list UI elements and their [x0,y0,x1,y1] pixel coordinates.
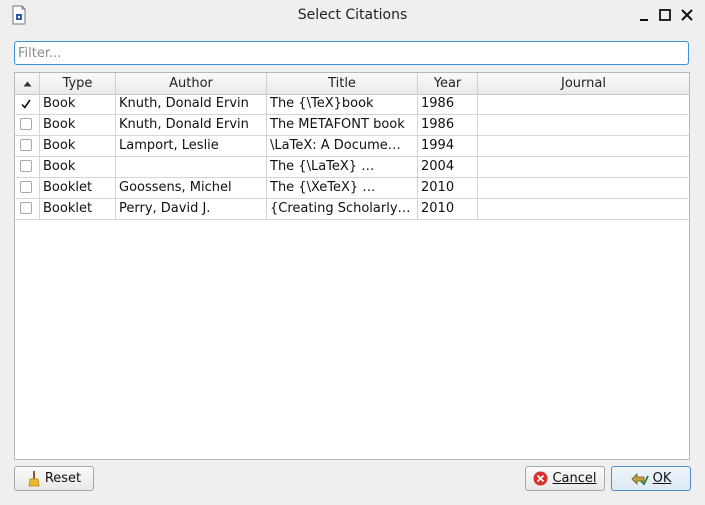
cell-journal [478,115,689,135]
cell-author: Perry, David J. [116,199,267,219]
cell-title: The {\TeX}book [267,94,418,114]
cell-journal [478,136,689,156]
cell-year: 2010 [418,199,478,219]
column-header-title[interactable]: Title [267,73,418,94]
row-checkbox-cell [15,157,40,177]
citations-table[interactable]: Type Author Title Year Journal Book Knut… [14,72,690,460]
cell-title: {Creating Scholarly… [267,199,418,219]
row-checkbox-cell [15,94,40,114]
window-title: Select Citations [297,7,408,23]
cell-type: Book [40,94,116,114]
row-checkbox[interactable] [20,181,32,193]
cancel-button-label: Cancel [552,471,597,486]
table-row[interactable]: Booklet Perry, David J. {Creating Schola… [15,199,689,220]
table-row[interactable]: Book The {\LaTeX} … 2004 [15,157,689,178]
row-checkbox-cell [15,199,40,219]
cell-type: Book [40,115,116,135]
row-checkbox[interactable] [20,139,32,151]
cell-journal [478,199,689,219]
minimize-icon[interactable] [636,7,652,23]
table-row[interactable]: Booklet Goossens, Michel The {\XeTeX} … … [15,178,689,199]
reset-button[interactable]: Reset [14,466,94,491]
cell-journal [478,178,689,198]
cell-author: Knuth, Donald Ervin [116,115,267,135]
column-header-journal[interactable]: Journal [478,73,689,94]
cell-author: Goossens, Michel [116,178,267,198]
cancel-button[interactable]: Cancel [525,466,605,491]
cell-type: Booklet [40,178,116,198]
row-checkbox-cell [15,136,40,156]
column-header-select[interactable] [15,73,40,94]
cancel-icon [533,471,548,486]
cell-year: 2010 [418,178,478,198]
cell-title: The {\LaTeX} … [267,157,418,177]
cell-journal [478,157,689,177]
table-row[interactable]: Book Knuth, Donald Ervin The METAFONT bo… [15,115,689,136]
cell-journal [478,94,689,114]
cell-year: 1994 [418,136,478,156]
cell-author: Lamport, Leslie [116,136,267,156]
row-checkbox[interactable] [20,118,32,130]
table-row[interactable]: Book Lamport, Leslie \LaTeX: A Docume… 1… [15,136,689,157]
row-checkbox[interactable] [20,202,32,214]
cell-year: 1986 [418,115,478,135]
checkmark-icon [21,99,31,109]
cell-type: Book [40,136,116,156]
cell-author [116,157,267,177]
sort-ascending-icon [23,81,31,87]
broom-icon [28,470,40,486]
cell-type: Booklet [40,199,116,219]
table-row[interactable]: Book Knuth, Donald Ervin The {\TeX}book … [15,94,689,115]
cell-year: 1986 [418,94,478,114]
ok-icon [631,472,649,486]
cell-year: 2004 [418,157,478,177]
cell-title: \LaTeX: A Docume… [267,136,418,156]
title-bar[interactable]: Select Citations [0,0,705,30]
cell-title: The {\XeTeX} … [267,178,418,198]
column-header-year[interactable]: Year [418,73,478,94]
row-checkbox-cell [15,178,40,198]
maximize-icon[interactable] [657,7,673,23]
filter-input[interactable] [14,41,689,65]
table-header: Type Author Title Year Journal [15,73,689,95]
row-checkbox[interactable] [20,97,32,109]
row-checkbox[interactable] [20,160,32,172]
ok-button-label: OK [652,471,672,486]
cell-author: Knuth, Donald Ervin [116,94,267,114]
cell-type: Book [40,157,116,177]
close-icon[interactable] [679,7,695,23]
cell-title: The METAFONT book [267,115,418,135]
row-checkbox-cell [15,115,40,135]
reset-button-label: Reset [44,471,82,486]
column-header-author[interactable]: Author [116,73,267,94]
ok-button[interactable]: OK [611,466,691,491]
column-header-type[interactable]: Type [40,73,116,94]
